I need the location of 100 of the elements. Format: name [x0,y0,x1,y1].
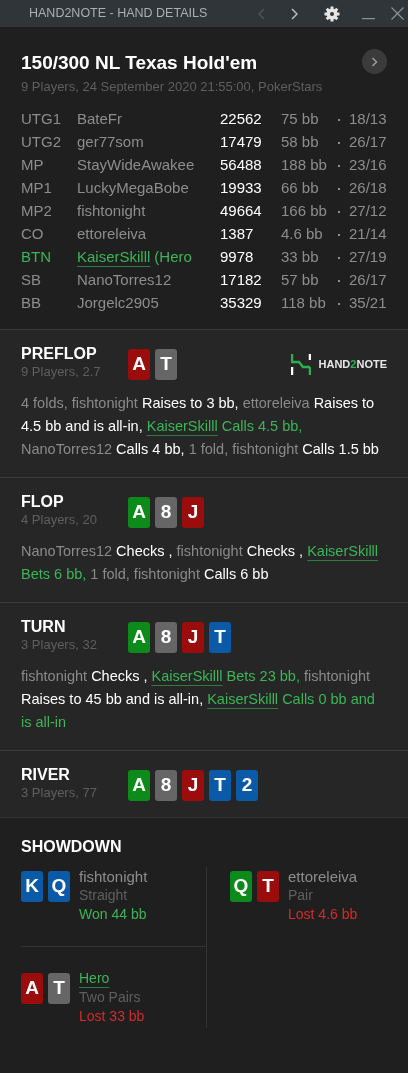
stack-value: 17479 [220,132,263,153]
hand-rank: Pair [288,886,314,905]
action-text: fishtonight Checks , KaiserSkilll Bets 23 bb, fishtonight Raises to 45 bb and is all-in, KaiserSkilll Calls 0 bb and is all-in [21,667,376,732]
hand-subtitle: 9 Players, 24 September 2020 21:55:00, PokerStars [21,77,324,96]
player-name[interactable]: Hero [79,969,110,988]
hero-link[interactable]: KaiserSkilll [151,668,223,684]
bb-value: 57 bb [281,270,320,291]
street-info: 3 Players, 32 [21,637,98,653]
next-icon[interactable] [290,7,298,20]
playing-card: A [21,973,43,1004]
stat-value: 27/12 [349,201,387,222]
logo-icon [290,353,311,376]
stack-value: 17182 [220,270,263,291]
action-text: NanoTorres12 Checks , fishtonight Checks , KaiserSkilll Bets 6 bb, 1 fold, fishtonight Calls 6 bb [21,542,380,584]
stack-value: 9978 [220,247,255,268]
position-label: UTG2 [21,132,62,153]
position-label: UTG1 [21,109,62,130]
bb-value: 4.6 bb [281,224,324,245]
playing-card: T [209,770,231,801]
hand-title: 150/300 NL Texas Hold'em [21,51,258,75]
showdown-title: SHOWDOWN [21,837,123,857]
bb-value: 166 bb [281,201,328,222]
result-text: Lost 33 bb [79,1007,145,1026]
close-icon[interactable] [391,7,404,20]
playing-card: T [257,871,279,902]
stat-value: 26/17 [349,270,387,291]
playing-card: Q [48,871,70,902]
position-label: MP [21,155,45,176]
hand-rank: Straight [79,886,129,905]
player-name: ettoreleiva [77,224,147,245]
stat-value: 18/13 [349,109,387,130]
playing-card: A [128,497,150,528]
result-text: Lost 4.6 bb [288,905,358,924]
stack-value: 22562 [220,109,263,130]
position-label: SB [21,270,42,291]
settings-icon[interactable] [324,5,340,22]
playing-card: A [128,622,150,653]
playing-card: J [182,622,204,653]
player-name: NanoTorres12 [77,270,172,291]
street-info: 4 Players, 20 [21,512,98,528]
bb-value: 33 bb [281,247,320,268]
hero-link[interactable]: KaiserSkilll [307,543,379,559]
position-label: CO [21,224,45,245]
position-label: BB [21,293,42,314]
playing-card: 2 [236,770,258,801]
stack-value: 35329 [220,293,263,314]
playing-card: A [128,770,150,801]
street-info: 3 Players, 77 [21,785,98,801]
player-name: BateFr [77,109,122,130]
next-hand-button[interactable] [362,49,387,74]
hero-link[interactable]: KaiserSkilll [207,691,279,707]
player-name: ger77som [77,132,144,153]
player-name[interactable]: KaiserSkilll [77,246,151,269]
player-name: StayWideAwakee [77,155,195,176]
stat-value: 35/21 [349,293,387,314]
playing-card: J [182,497,204,528]
player-name: fishtonight [79,867,148,886]
street-title: RIVER [21,765,71,785]
playing-card: T [209,622,231,653]
logo-text: HAND2NOTE [318,357,387,373]
street-title: FLOP [21,492,65,512]
player-name: fishtonight [77,201,146,222]
street-title: TURN [21,617,67,637]
hero-link[interactable]: KaiserSkilll [146,418,218,434]
playing-card: A [128,349,150,380]
stat-value: 21/14 [349,224,387,245]
playing-card: J [182,770,204,801]
stack-value: 19933 [220,178,263,199]
chevron-icon [371,56,378,67]
player-name: ettoreleiva [288,867,358,886]
playing-card: 8 [155,622,177,653]
hand-rank: Two Pairs [79,988,142,1007]
playing-card: Q [230,871,252,902]
position-label: MP1 [21,178,53,199]
stat-value: 23/16 [349,155,387,176]
bb-value: 188 bb [281,155,328,176]
bb-value: 75 bb [281,109,320,130]
bb-value: 66 bb [281,178,320,199]
stat-value: 26/17 [349,132,387,153]
playing-card: 8 [155,770,177,801]
playing-card: K [21,871,43,902]
bb-value: 58 bb [281,132,320,153]
player-name: LuckyMegaBobe [77,178,189,199]
stack-value: 1387 [220,224,255,245]
stat-value: 26/18 [349,178,387,199]
result-text: Won 44 bb [79,905,148,924]
position-label: MP2 [21,201,53,222]
stack-value: 49664 [220,201,263,222]
street-title: PREFLOP [21,344,98,364]
hero-tag: (Hero [154,246,192,269]
stack-value: 56488 [220,155,263,176]
position-label: BTN [21,247,52,268]
minimize-icon[interactable] [362,17,375,20]
playing-card: 8 [155,497,177,528]
window-title: HAND2NOTE - HAND DETAILS [29,5,209,23]
action-text: 4 folds, fishtonight Raises to 3 bb, ettoreleiva Raises to 4.5 bb and is all-in, KaiserSkilll Calls 4.5 bb, NanoTorres12 Calls 4 bb, 1 fold, fishtonight Calls 1.5 bb [21,394,380,459]
bb-value: 118 bb [281,293,327,314]
playing-card: T [48,973,70,1004]
player-name: Jorgelc2905 [77,293,159,314]
stat-value: 27/19 [349,247,387,268]
